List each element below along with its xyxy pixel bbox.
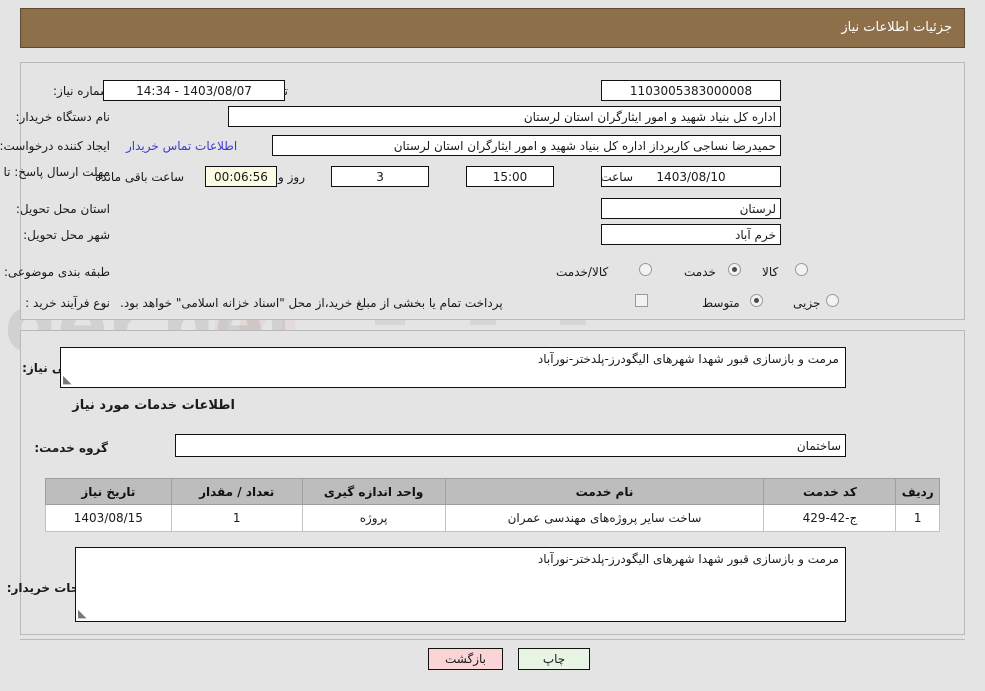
category-label: طبقه بندی موضوعی: [3,265,110,279]
cell-unit: پروژه [301,504,446,532]
remaining-time-value: 00:06:56 [205,166,277,187]
buyer-org-value[interactable]: اداره کل بنیاد شهید و امور ایثارگران است… [228,106,781,127]
resize-grip-icon-notes[interactable]: ◢ [78,607,90,620]
radio-process-minor-label: جزیی [793,296,821,310]
print-button[interactable]: چاپ [518,648,590,670]
service-group-value[interactable]: ساختمان [175,434,846,457]
resize-grip-icon[interactable]: ◢ [63,373,75,386]
deadline-hour-label: ساعت [600,170,633,184]
table-row: 1 ج-42-429 ساخت سایر پروژه‌های مهندسی عم… [45,504,940,532]
radio-process-minor[interactable] [826,294,839,307]
services-info-heading: اطلاعات خدمات مورد نیاز [72,398,235,413]
back-button[interactable]: بازگشت [428,648,503,670]
deadline-label: مهلت ارسال پاسخ: تا تاریخ: [0,165,110,179]
need-number-label: شماره نیاز: [53,84,110,98]
service-group-label: گروه خدمت: [34,441,108,455]
province-label: استان محل تحویل: [15,202,110,216]
buyer-contact-link[interactable]: اطلاعات تماس خریدار [126,139,237,153]
city-value[interactable]: خرم آباد [601,224,781,245]
radio-category-goods-service[interactable] [639,263,652,276]
col-row-no: ردیف [895,478,940,505]
remaining-days-value: 3 [331,166,429,187]
general-need-value: مرمت و بازسازی قبور شهدا شهرهای الیگودرز… [537,352,839,366]
cell-service-code: ج-42-429 [763,504,897,532]
cell-row-no: 1 [895,504,940,532]
services-table: ردیف کد خدمت نام خدمت واحد اندازه گیری ت… [45,478,940,532]
radio-category-goods[interactable] [795,263,808,276]
radio-category-goods-service-label: کالا/خدمت [556,265,609,279]
buyer-notes-value: مرمت و بازسازی قبور شهدا شهرهای الیگودرز… [537,552,839,566]
remaining-time-label: ساعت باقی مانده [95,170,185,184]
requester-value[interactable]: حمیدرضا نساجی کاربرداز اداره کل بنیاد شه… [272,135,781,156]
col-service-code: کد خدمت [763,478,897,505]
bottom-divider [20,639,965,640]
radio-process-medium-label: متوسط [702,296,740,310]
page-title: جزئیات اطلاعات نیاز [841,20,952,35]
deadline-hour-value[interactable]: 15:00 [466,166,554,187]
radio-category-service[interactable] [728,263,741,276]
requester-label: ایجاد کننده درخواست: [0,139,110,153]
province-value[interactable]: لرستان [601,198,781,219]
buyer-org-label: نام دستگاه خریدار: [15,110,111,124]
remaining-days-label: روز و [278,170,305,184]
process-label: نوع فرآیند خرید : [25,296,110,310]
col-quantity: تعداد / مقدار [170,478,303,505]
checkbox-islamic-treasury[interactable] [635,294,648,307]
need-number-value[interactable]: 1103005383000008 [601,80,781,101]
city-label: شهر محل تحویل: [23,228,110,242]
radio-category-goods-label: کالا [762,265,779,279]
radio-category-service-label: خدمت [684,265,716,279]
col-service-name: نام خدمت [444,478,765,505]
checkbox-islamic-treasury-label: پرداخت تمام یا بخشی از مبلغ خرید،از محل … [120,296,503,310]
col-unit: واحد اندازه گیری [301,478,446,505]
cell-service-name: ساخت سایر پروژه‌های مهندسی عمران [444,504,765,532]
page-header-bar: جزئیات اطلاعات نیاز [20,8,965,48]
cell-need-date: 1403/08/15 [45,504,172,532]
announce-datetime-value[interactable]: 1403/08/07 - 14:34 [103,80,285,101]
cell-quantity: 1 [170,504,303,532]
table-header-row: ردیف کد خدمت نام خدمت واحد اندازه گیری ت… [45,478,940,505]
buyer-notes-area[interactable]: مرمت و بازسازی قبور شهدا شهرهای الیگودرز… [75,547,846,622]
radio-process-medium[interactable] [750,294,763,307]
col-need-date: تاریخ نیاز [45,478,172,505]
page-root: AriaTender.net جزئیات اطلاعات نیاز شماره… [0,0,985,691]
general-need-value-area[interactable]: مرمت و بازسازی قبور شهدا شهرهای الیگودرز… [60,347,846,388]
